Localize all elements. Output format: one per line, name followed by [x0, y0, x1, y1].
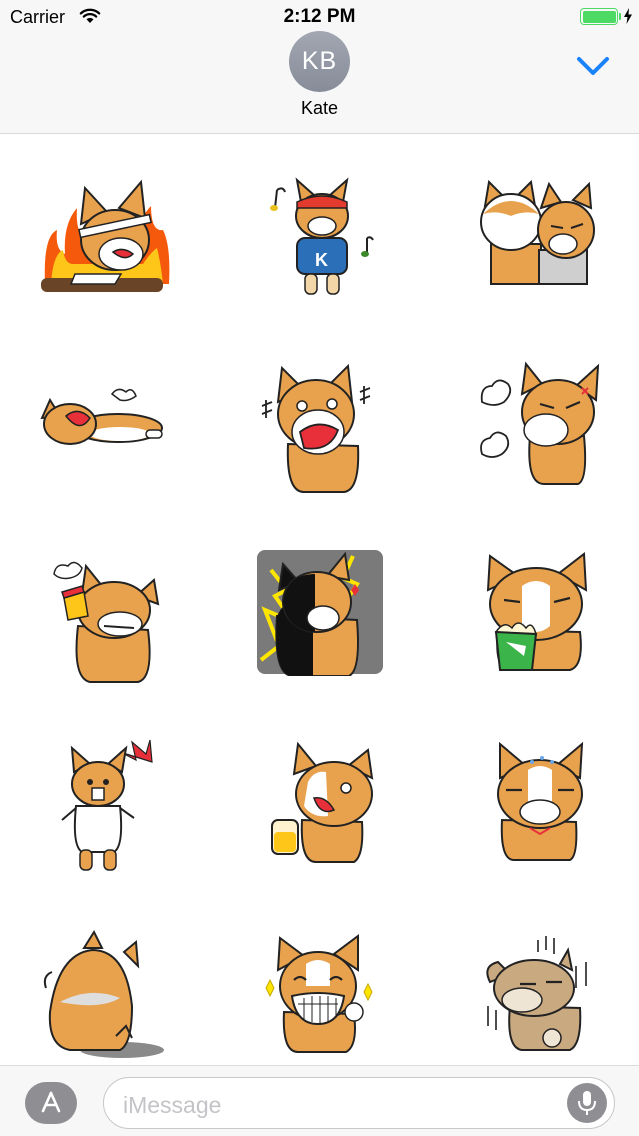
- sticker-corgi-drinking-beer[interactable]: [254, 736, 404, 886]
- battery-tip: [619, 13, 621, 20]
- message-input[interactable]: iMessage: [103, 1077, 615, 1129]
- sticker-corgi-lying-yawning[interactable]: [28, 356, 178, 506]
- sticker-corgi-lightning-shock[interactable]: [257, 550, 407, 700]
- message-input-bar: iMessage: [0, 1065, 639, 1136]
- status-bar: Carrier 2:12 PM: [0, 0, 639, 34]
- sticker-corgi-studying-on-fire[interactable]: [33, 166, 183, 316]
- app-store-icon: [41, 1091, 61, 1113]
- status-time: 2:12 PM: [283, 6, 356, 27]
- contact-name[interactable]: Kate: [0, 98, 639, 119]
- sticker-corgi-gloomy-rain[interactable]: [476, 926, 626, 1076]
- charging-bolt-icon: [624, 8, 632, 24]
- app-store-button[interactable]: [25, 1082, 77, 1124]
- sticker-corgi-standing-startled[interactable]: [36, 736, 186, 886]
- sticker-corgi-bottoms-up-drink[interactable]: [42, 546, 192, 696]
- svg-text:K: K: [315, 250, 328, 270]
- message-placeholder: iMessage: [123, 1092, 222, 1118]
- sticker-corgi-sweating-nervous[interactable]: [472, 736, 622, 886]
- sticker-corgi-angry-huffing[interactable]: [470, 356, 620, 506]
- sticker-shiba-and-corgi-smirking[interactable]: [463, 166, 613, 316]
- sticker-corgi-cheerleader-singing[interactable]: K: [245, 166, 395, 316]
- microphone-icon: [578, 1091, 596, 1115]
- microphone-button[interactable]: [567, 1083, 607, 1123]
- collapse-button[interactable]: [576, 54, 610, 78]
- chevron-down-icon: [577, 57, 609, 75]
- sticker-corgi-sitting-back-view[interactable]: [40, 926, 190, 1076]
- sticker-corgi-popcorn-smirk[interactable]: [470, 546, 620, 696]
- sticker-corgi-shocked-scream[interactable]: [248, 356, 398, 506]
- contact-avatar[interactable]: KB: [289, 31, 350, 92]
- sticker-grid: K: [0, 134, 639, 1065]
- sticker-corgi-grinning-sparkles[interactable]: [254, 926, 404, 1076]
- battery-icon: [580, 8, 618, 25]
